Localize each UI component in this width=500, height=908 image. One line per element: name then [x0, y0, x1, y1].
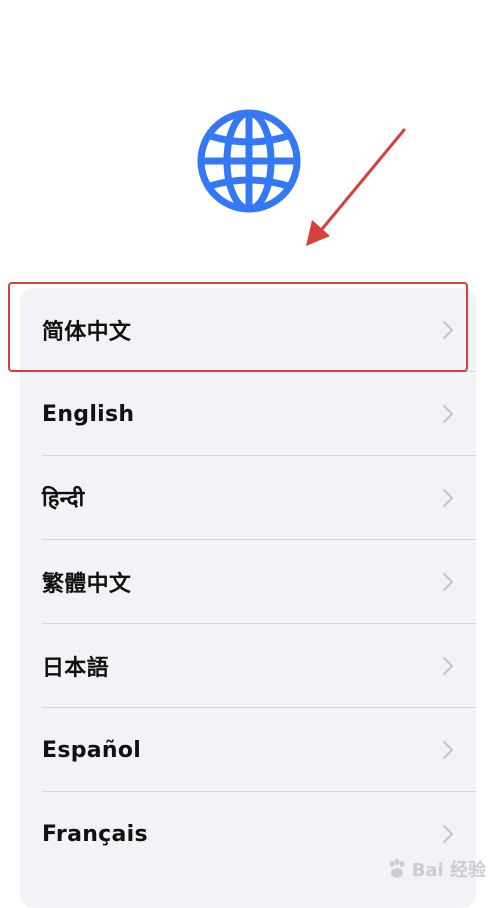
- language-label: Español: [42, 737, 142, 763]
- globe-icon: [196, 108, 302, 214]
- language-label: English: [42, 401, 135, 427]
- watermark-text: Bai 经验: [411, 860, 486, 881]
- language-row-traditional-chinese[interactable]: 繁體中文: [20, 540, 476, 624]
- language-row-spanish[interactable]: Español: [20, 708, 476, 792]
- language-row-japanese[interactable]: 日本語: [20, 624, 476, 708]
- language-label: 繁體中文: [42, 572, 132, 597]
- chevron-right-icon: [442, 320, 454, 340]
- baidu-paw-icon: [389, 859, 405, 878]
- chevron-right-icon: [442, 824, 454, 844]
- chevron-right-icon: [442, 488, 454, 508]
- language-label: Français: [42, 821, 148, 847]
- language-label: 简体中文: [42, 320, 132, 345]
- chevron-right-icon: [442, 572, 454, 592]
- watermark: Bai 经验: [386, 856, 486, 882]
- language-label: हिन्दी: [42, 487, 85, 512]
- language-list: 简体中文 English हिन्दी 繁體中文 日本語 Español Fra…: [20, 288, 476, 908]
- language-row-simplified-chinese[interactable]: 简体中文: [20, 288, 476, 372]
- chevron-right-icon: [442, 404, 454, 424]
- chevron-right-icon: [442, 656, 454, 676]
- language-label: 日本語: [42, 656, 109, 681]
- chevron-right-icon: [442, 740, 454, 760]
- language-row-hindi[interactable]: हिन्दी: [20, 456, 476, 540]
- language-row-english[interactable]: English: [20, 372, 476, 456]
